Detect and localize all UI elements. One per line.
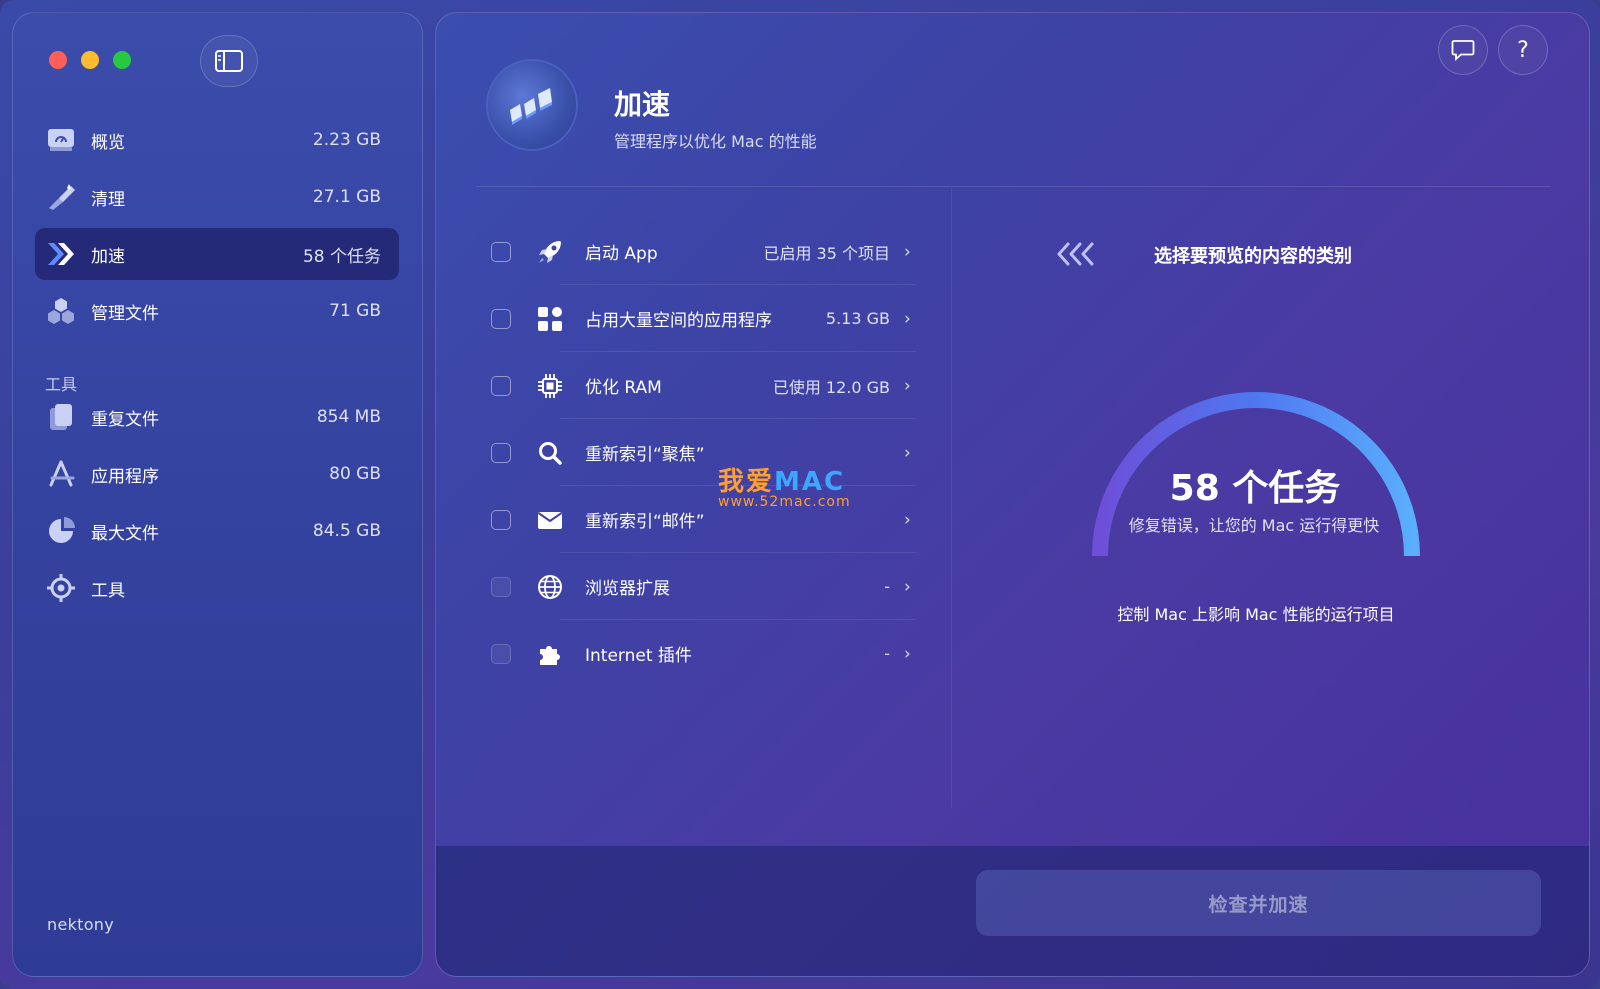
sidebar-item-cleanup[interactable]: 清理 27.1 GB bbox=[35, 171, 399, 223]
sidebar-item-value: 80 GB bbox=[329, 464, 381, 484]
task-row-optimize-ram[interactable]: 优化 RAM 已使用 12.0 GB › bbox=[476, 352, 916, 419]
sidebar-toggle-button[interactable] bbox=[200, 35, 258, 87]
pane-divider bbox=[951, 188, 952, 808]
app-window: 概览 2.23 GB 清理 27.1 GB 加速 58 个任务 管理文件 71 … bbox=[0, 0, 1600, 989]
task-label: 占用大量空间的应用程序 bbox=[585, 311, 772, 331]
cleanup-icon bbox=[45, 181, 77, 213]
sidebar-item-label: 最大文件 bbox=[91, 523, 159, 544]
task-value: - bbox=[884, 644, 890, 663]
chevron-right-icon: › bbox=[904, 643, 911, 664]
scan-and-speedup-button[interactable]: 检查并加速 bbox=[976, 870, 1541, 936]
sidebar-icon bbox=[215, 50, 243, 72]
sidebar-item-value: 84.5 GB bbox=[312, 521, 381, 541]
sidebar-item-manage-files[interactable]: 管理文件 71 GB bbox=[35, 285, 399, 337]
page-title: 加速 bbox=[614, 88, 671, 121]
largest-files-icon bbox=[45, 515, 77, 547]
task-label: 启动 App bbox=[585, 244, 658, 264]
task-checkbox[interactable] bbox=[491, 241, 511, 262]
task-label: 优化 RAM bbox=[585, 378, 662, 398]
sidebar-item-label: 加速 bbox=[91, 246, 125, 267]
task-checkbox[interactable] bbox=[491, 375, 511, 396]
rocket-icon bbox=[535, 237, 565, 267]
chip-icon bbox=[535, 371, 565, 401]
task-checkbox[interactable] bbox=[491, 576, 511, 597]
speedup-icon bbox=[45, 238, 77, 270]
feedback-button[interactable] bbox=[1438, 25, 1488, 75]
sidebar-item-value: 854 MB bbox=[316, 407, 381, 427]
apps-grid-icon bbox=[535, 304, 565, 334]
close-window-button[interactable] bbox=[49, 51, 67, 69]
globe-icon bbox=[535, 572, 565, 602]
task-row-browser-extensions[interactable]: 浏览器扩展 - › bbox=[476, 553, 916, 620]
sidebar-item-label: 应用程序 bbox=[91, 466, 159, 487]
applications-icon bbox=[45, 458, 77, 490]
puzzle-icon bbox=[535, 639, 565, 669]
task-checkbox[interactable] bbox=[491, 643, 511, 664]
duplicate-files-icon bbox=[45, 401, 77, 433]
tools-icon bbox=[45, 572, 77, 604]
task-row-internet-plugins[interactable]: Internet 插件 - › bbox=[476, 620, 916, 687]
sidebar: 概览 2.23 GB 清理 27.1 GB 加速 58 个任务 管理文件 71 … bbox=[12, 12, 423, 977]
task-description: 修复错误，让您的 Mac 运行得更快 bbox=[1128, 516, 1380, 535]
sidebar-item-value: 58 个任务 bbox=[302, 246, 381, 267]
sidebar-item-label: 重复文件 bbox=[91, 409, 159, 430]
task-row-heavy-apps[interactable]: 占用大量空间的应用程序 5.13 GB › bbox=[476, 285, 916, 352]
watermark: 我爱MAC www.52mac.com bbox=[718, 461, 851, 510]
task-checkbox[interactable] bbox=[491, 509, 511, 530]
magnifier-icon bbox=[535, 438, 565, 468]
chevron-right-icon: › bbox=[904, 308, 911, 329]
task-value: 5.13 GB bbox=[825, 309, 890, 328]
chevron-right-icon: › bbox=[904, 509, 911, 530]
chevron-right-icon: › bbox=[904, 442, 911, 463]
task-label: 浏览器扩展 bbox=[585, 579, 670, 599]
chevron-right-icon: › bbox=[904, 375, 911, 396]
sidebar-item-tools[interactable]: 工具 bbox=[35, 562, 399, 614]
chevron-right-icon: › bbox=[904, 241, 911, 262]
sidebar-item-largest-files[interactable]: 最大文件 84.5 GB bbox=[35, 505, 399, 557]
brand-logo: nektony bbox=[47, 915, 115, 934]
task-count: 58 个任务 bbox=[1169, 468, 1341, 509]
sidebar-item-value: 27.1 GB bbox=[312, 187, 381, 207]
sidebar-item-applications[interactable]: 应用程序 80 GB bbox=[35, 448, 399, 500]
manage-files-icon bbox=[45, 295, 77, 327]
task-label: Internet 插件 bbox=[585, 646, 692, 666]
preview-title: 选择要预览的内容的类别 bbox=[1154, 246, 1352, 267]
watermark-text-a: 我爱 bbox=[718, 467, 775, 497]
task-value: 已启用 35 个项目 bbox=[763, 243, 890, 263]
chat-bubble-icon bbox=[1451, 40, 1475, 61]
back-arrows-icon bbox=[1056, 241, 1100, 271]
footer-bar: 检查并加速 bbox=[436, 846, 1589, 976]
sidebar-item-label: 概览 bbox=[91, 132, 125, 153]
task-label: 重新索引“邮件” bbox=[585, 512, 705, 532]
sidebar-item-value: 2.23 GB bbox=[312, 130, 381, 150]
preview-caption: 控制 Mac 上影响 Mac 性能的运行项目 bbox=[1117, 605, 1395, 624]
task-checkbox[interactable] bbox=[491, 308, 511, 329]
sidebar-item-overview[interactable]: 概览 2.23 GB bbox=[35, 114, 399, 166]
overview-icon bbox=[45, 124, 77, 156]
sidebar-item-label: 管理文件 bbox=[91, 303, 159, 324]
sidebar-item-speedup[interactable]: 加速 58 个任务 bbox=[35, 228, 399, 280]
task-row-login-items[interactable]: 启动 App 已启用 35 个项目 › bbox=[476, 218, 916, 285]
sidebar-item-label: 工具 bbox=[91, 580, 125, 601]
sidebar-item-value: 71 GB bbox=[329, 301, 381, 321]
sidebar-item-label: 清理 bbox=[91, 189, 125, 210]
question-mark-icon: ? bbox=[1517, 37, 1529, 63]
speedup-hero-icon bbox=[488, 61, 576, 149]
task-value: 已使用 12.0 GB bbox=[772, 377, 890, 397]
page-subtitle: 管理程序以优化 Mac 的性能 bbox=[614, 132, 817, 151]
zoom-window-button[interactable] bbox=[113, 51, 131, 69]
header-divider bbox=[476, 186, 1551, 187]
chevron-right-icon: › bbox=[904, 576, 911, 597]
sidebar-item-duplicate-files[interactable]: 重复文件 854 MB bbox=[35, 391, 399, 443]
watermark-text-b: MAC bbox=[774, 467, 846, 497]
task-value: - bbox=[884, 577, 890, 596]
main-panel: 加速 管理程序以优化 Mac 的性能 ? 启动 App 已启用 35 个项目 ›… bbox=[435, 12, 1590, 977]
help-button[interactable]: ? bbox=[1498, 25, 1548, 75]
minimize-window-button[interactable] bbox=[81, 51, 99, 69]
task-checkbox[interactable] bbox=[491, 442, 511, 463]
mail-icon bbox=[535, 505, 565, 535]
watermark-url: www.52mac.com bbox=[718, 494, 851, 510]
